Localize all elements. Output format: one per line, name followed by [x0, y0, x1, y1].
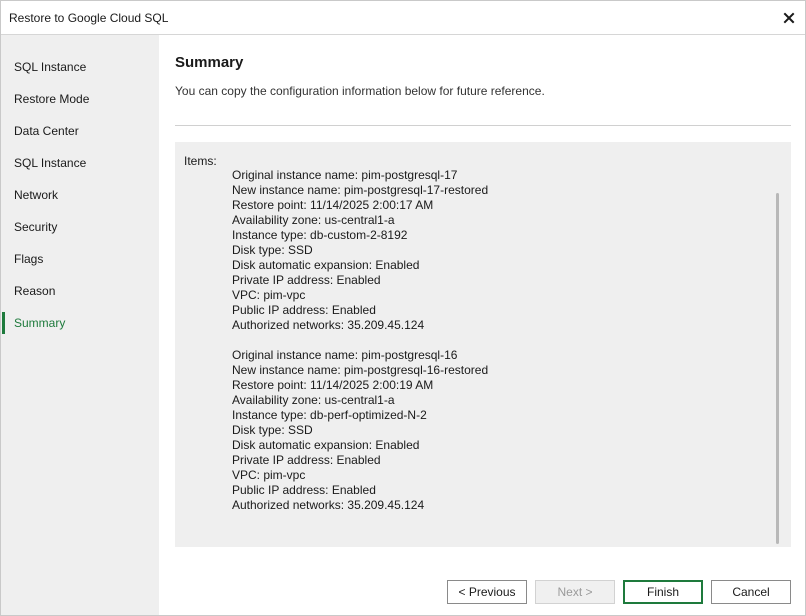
- summary-line: VPC: pim-vpc: [232, 288, 306, 302]
- summary-line: Original instance name: pim-postgresql-1…: [232, 168, 458, 182]
- page-title: Summary: [175, 54, 244, 71]
- items-label: Items:: [184, 154, 217, 168]
- summary-line: Restore point: 11/14/2025 2:00:17 AM: [232, 198, 434, 212]
- close-button[interactable]: [779, 8, 799, 28]
- page-description: You can copy the configuration informati…: [175, 84, 545, 98]
- step-label: Reason: [14, 284, 56, 298]
- step-label: Flags: [14, 252, 44, 266]
- summary-line: Availability zone: us-central1-a: [232, 393, 395, 407]
- summary-line: Authorized networks: 35.209.45.124: [232, 318, 425, 332]
- instance-summary-block: Original instance name: pim-postgresql-1…: [232, 168, 772, 333]
- step-sql-instance-settings[interactable]: SQL Instance: [1, 150, 159, 176]
- step-label: SQL Instance: [14, 156, 87, 170]
- wizard-steps-sidebar: SQL Instance Restore Mode Data Center SQ…: [1, 35, 159, 615]
- step-flags[interactable]: Flags: [1, 246, 159, 272]
- summary-line: Instance type: db-custom-2-8192: [232, 228, 408, 242]
- finish-button[interactable]: Finish: [623, 580, 703, 604]
- divider: [175, 125, 791, 126]
- summary-line: Availability zone: us-central1-a: [232, 213, 395, 227]
- summary-line: Private IP address: Enabled: [232, 273, 381, 287]
- step-sql-instance[interactable]: SQL Instance: [1, 54, 159, 80]
- title-bar: Restore to Google Cloud SQL: [1, 1, 805, 35]
- summary-line: Disk automatic expansion: Enabled: [232, 258, 420, 272]
- summary-line: Instance type: db-perf-optimized-N-2: [232, 408, 427, 422]
- summary-line: Disk automatic expansion: Enabled: [232, 438, 420, 452]
- vertical-scrollbar[interactable]: [776, 193, 779, 544]
- cancel-button[interactable]: Cancel: [711, 580, 791, 604]
- step-security[interactable]: Security: [1, 214, 159, 240]
- step-label: Data Center: [14, 124, 79, 138]
- previous-button[interactable]: < Previous: [447, 580, 527, 604]
- summary-line: New instance name: pim-postgresql-17-res…: [232, 183, 489, 197]
- step-label: Security: [14, 220, 58, 234]
- restore-dialog: Restore to Google Cloud SQL SQL Instance…: [0, 0, 806, 616]
- instance-summary-block: Original instance name: pim-postgresql-1…: [232, 348, 772, 513]
- summary-line: VPC: pim-vpc: [232, 468, 306, 482]
- summary-line: Public IP address: Enabled: [232, 483, 376, 497]
- summary-line: Public IP address: Enabled: [232, 303, 376, 317]
- step-label: SQL Instance: [14, 60, 87, 74]
- step-network[interactable]: Network: [1, 182, 159, 208]
- active-step-indicator: [2, 312, 5, 334]
- summary-line: Restore point: 11/14/2025 2:00:19 AM: [232, 378, 434, 392]
- step-label: Restore Mode: [14, 92, 90, 106]
- main-content: Summary You can copy the configuration i…: [159, 35, 805, 615]
- summary-line: Disk type: SSD: [232, 423, 313, 437]
- step-label: Summary: [14, 316, 66, 330]
- step-reason[interactable]: Reason: [1, 278, 159, 304]
- close-icon: [783, 12, 795, 24]
- step-restore-mode[interactable]: Restore Mode: [1, 86, 159, 112]
- summary-line: Disk type: SSD: [232, 243, 313, 257]
- step-label: Network: [14, 188, 59, 202]
- summary-line: New instance name: pim-postgresql-16-res…: [232, 363, 489, 377]
- step-summary[interactable]: Summary: [1, 310, 159, 336]
- summary-line: Private IP address: Enabled: [232, 453, 381, 467]
- summary-line: Authorized networks: 35.209.45.124: [232, 498, 425, 512]
- next-button[interactable]: Next >: [535, 580, 615, 604]
- summary-line: Original instance name: pim-postgresql-1…: [232, 348, 458, 362]
- dialog-title: Restore to Google Cloud SQL: [9, 11, 169, 25]
- summary-text-area[interactable]: Items: Original instance name: pim-postg…: [175, 142, 791, 547]
- step-data-center[interactable]: Data Center: [1, 118, 159, 144]
